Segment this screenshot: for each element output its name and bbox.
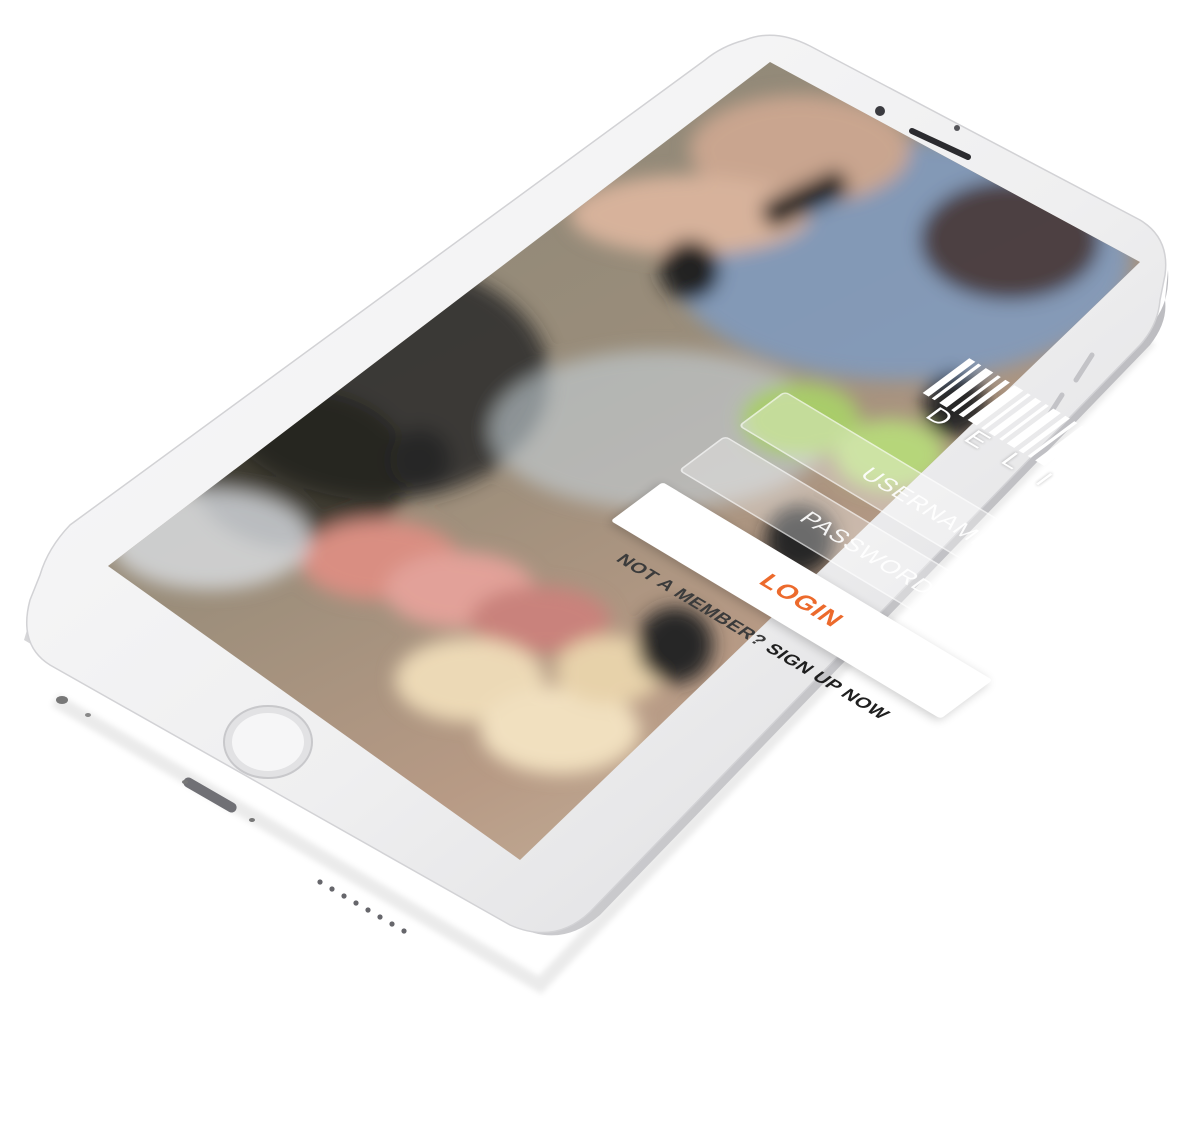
login-button-label: LOGIN (753, 569, 851, 632)
front-camera-icon (875, 106, 885, 116)
device-mockup: DELI USERNAME PASSWORD LOGIN NOT A MEMBE… (0, 0, 1200, 1000)
